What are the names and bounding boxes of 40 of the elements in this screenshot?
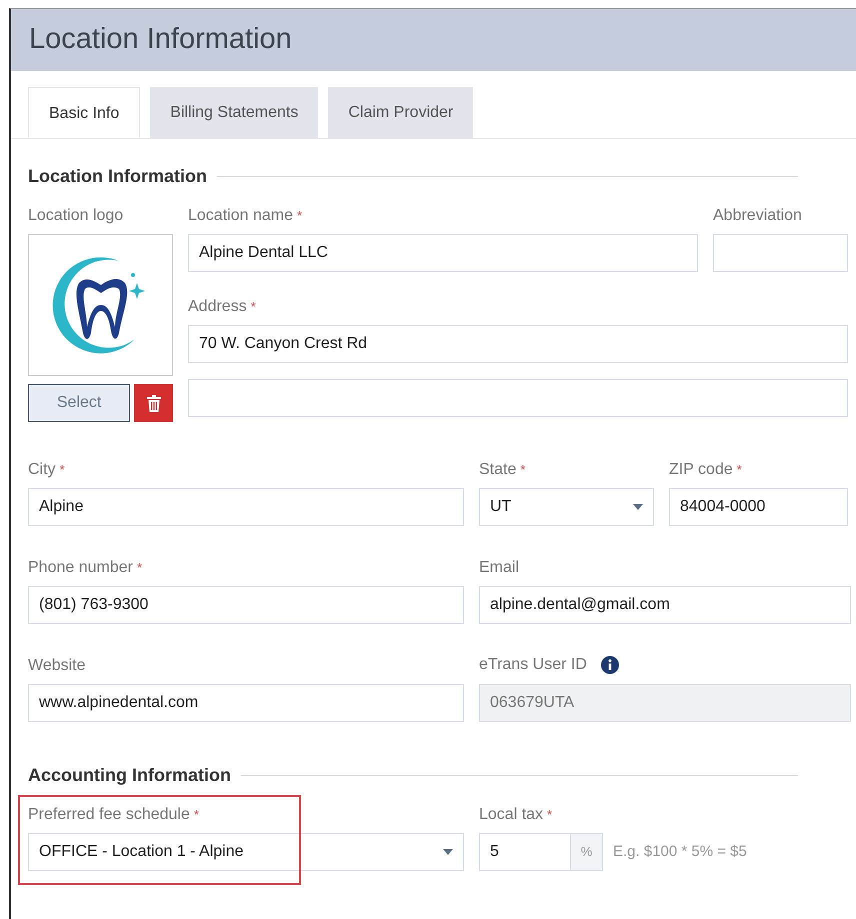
input-field[interactable]: 5 — [479, 833, 571, 871]
field-label: Location name * — [188, 206, 304, 226]
tab[interactable]: Claim Provider — [328, 87, 474, 138]
trash-icon — [146, 394, 161, 412]
input-field[interactable]: alpine.dental@gmail.com — [479, 586, 851, 624]
unit-addon: % — [571, 833, 603, 871]
field-label: ZIP code * — [669, 460, 743, 480]
tab[interactable]: Basic Info — [28, 87, 140, 138]
hint-text: E.g. $100 * 5% = $5 — [613, 842, 747, 862]
field-label: Local tax * — [479, 805, 554, 825]
field-label: Email — [479, 558, 520, 578]
input-field[interactable]: (801) 763-9300 — [28, 586, 464, 624]
tab[interactable]: Billing Statements — [150, 87, 318, 138]
field-label: Location logo — [28, 206, 124, 226]
page-title: Location Information — [29, 22, 292, 58]
info-icon[interactable] — [600, 656, 619, 674]
input-field[interactable] — [188, 379, 848, 418]
section-heading: Accounting Information — [28, 764, 231, 787]
input-field[interactable]: 84004-0000 — [669, 488, 848, 526]
field-label: eTrans User ID — [479, 655, 587, 675]
input-field[interactable]: 70 W. Canyon Crest Rd — [188, 324, 848, 363]
field-label: Phone number * — [28, 558, 144, 578]
caret-icon — [633, 504, 643, 510]
input-field[interactable]: Alpine Dental LLC — [188, 234, 698, 272]
select-button[interactable]: Select — [28, 384, 130, 422]
field-label: Address * — [188, 296, 257, 317]
delete-button[interactable] — [134, 384, 173, 422]
section-heading: Location Information — [28, 165, 207, 188]
select-field[interactable]: OFFICE - Location 1 - Alpine — [28, 833, 464, 871]
caret-icon — [443, 849, 453, 855]
input-field: 063679UTA — [479, 684, 851, 722]
field-label: Abbreviation — [713, 206, 803, 226]
select-field[interactable]: UT — [479, 488, 654, 526]
field-label: Preferred fee schedule * — [28, 805, 200, 825]
field-label: State * — [479, 460, 526, 480]
input-field[interactable]: www.alpinedental.com — [28, 684, 464, 722]
field-label: City * — [28, 460, 66, 480]
input-field[interactable]: Alpine — [28, 488, 464, 526]
field-label: Website — [28, 656, 87, 676]
input-field[interactable] — [713, 234, 848, 272]
